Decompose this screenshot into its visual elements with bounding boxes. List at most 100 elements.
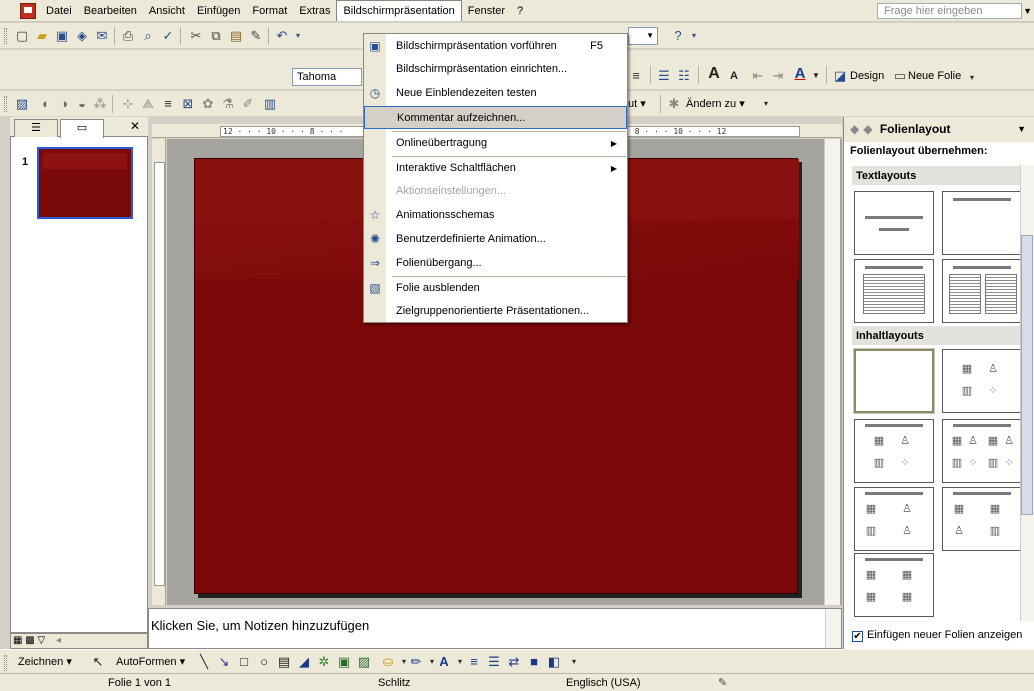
save-icon[interactable]: ▣ [54, 28, 70, 44]
layout-two-column-text[interactable] [942, 259, 1022, 323]
layout-content[interactable]: ▦ ♙ ▥ ⁘ [942, 349, 1022, 413]
menu-item-rehearse-timings[interactable]: ◷ Neue Einblendezeiten testen [364, 82, 627, 105]
task-pane-scrollbar[interactable] [1020, 165, 1034, 631]
slide-sorter-icon[interactable]: ▩ [25, 635, 34, 646]
line-style-icon[interactable]: ≡ [466, 654, 482, 670]
diagram-icon[interactable]: ⊠ [180, 96, 196, 112]
normal-view-icon[interactable]: ▦ [13, 635, 22, 646]
design-button[interactable]: Design [850, 68, 884, 84]
layout-title-two-content[interactable]: ▦ ♙ ▦ ♙ ▥ ⁘ ▥ ⁘ [942, 419, 1022, 483]
draw-menu-button[interactable]: Zeichnen ▾ [18, 654, 72, 670]
layout-title-four-content[interactable]: ▦ ▦ ▦ ▦ [854, 553, 934, 617]
menu-item-record-narration[interactable]: Kommentar aufzeichnen... [364, 106, 627, 129]
zoom-combo[interactable]: ▼ [628, 27, 658, 45]
undo-icon[interactable]: ↶ [274, 28, 290, 44]
font-combo[interactable]: Tahoma [292, 68, 362, 86]
menu-item-animation-schemes[interactable]: ☆ Animationsschemas [364, 204, 627, 227]
spelling-icon[interactable]: ✓ [160, 28, 176, 44]
menu-item-slide-transition[interactable]: ⇒ Folienübergang... [364, 252, 627, 275]
toolbar-grip[interactable] [4, 28, 7, 44]
fill-color-icon[interactable]: ⛀ [380, 654, 396, 670]
more-icon[interactable]: ▥ [262, 96, 278, 112]
select-objects-icon[interactable]: ↖ [90, 654, 106, 670]
menu-help[interactable]: ? [511, 1, 529, 21]
toolbar-options-icon[interactable]: ▾ [686, 28, 702, 44]
spelling-status-icon[interactable]: ✎ [718, 674, 727, 691]
new-slide-button[interactable]: Neue Folie [908, 68, 961, 84]
menu-item-custom-shows[interactable]: Zielgruppenorientierte Präsentationen... [364, 300, 627, 323]
toolbar-options-icon[interactable]: ▾ [566, 654, 582, 670]
expand-icon[interactable]: ◒ [74, 96, 90, 112]
new-document-icon[interactable]: ▢ [14, 28, 30, 44]
toolbar-options-icon[interactable]: ▾ [964, 70, 980, 86]
slideshow-view-icon[interactable]: ▽ [37, 635, 45, 646]
increase-indent-icon[interactable]: ⇥ [770, 68, 786, 84]
shadow-style-icon[interactable]: ■ [526, 654, 542, 670]
align-justify-icon[interactable]: ≡ [628, 68, 644, 84]
oval-icon[interactable]: ○ [256, 654, 272, 670]
open-folder-icon[interactable]: ▰ [34, 28, 50, 44]
forward-icon[interactable]: ◆ [863, 122, 872, 136]
layout-title-content-two[interactable]: ▦ ♙ ▥ ♙ [854, 487, 934, 551]
tab-slides[interactable]: ▭ [60, 119, 104, 138]
layout-title-slide[interactable] [854, 191, 934, 255]
menu-item-setup-show[interactable]: Bildschirmpräsentation einrichten... [364, 58, 627, 81]
insert-picture-icon[interactable]: ▨ [14, 96, 30, 112]
change-to-button[interactable]: Ändern zu ▾ [686, 96, 745, 112]
numbering-icon[interactable]: ☰ [656, 68, 672, 84]
cut-icon[interactable]: ✂ [188, 28, 204, 44]
help-icon[interactable]: ? [670, 28, 686, 44]
task-pane-menu-icon[interactable]: ▼ [1017, 117, 1026, 142]
close-icon[interactable]: ✕ [130, 119, 140, 133]
notes-pane[interactable]: Klicken Sie, um Notizen hinzuzufügen [148, 608, 842, 649]
menu-format[interactable]: Format [246, 1, 293, 21]
menu-einfuegen[interactable]: Einfügen [191, 1, 246, 21]
menu-bearbeiten[interactable]: Bearbeiten [78, 1, 143, 21]
show-on-insert-checkbox[interactable]: ✔ [852, 631, 863, 642]
print-preview-icon[interactable]: ⌕ [140, 28, 156, 44]
dash-style-icon[interactable]: ☰ [486, 654, 502, 670]
clipart-icon[interactable]: ✿ [200, 96, 216, 112]
menu-item-view-show[interactable]: ▣ Bildschirmpräsentation vorführen F5 [364, 35, 627, 58]
bullets-icon[interactable]: ☷ [676, 68, 692, 84]
scrollbar-thumb[interactable] [1021, 235, 1033, 515]
format-painter-icon[interactable]: ✎ [248, 28, 264, 44]
arrow-style-icon[interactable]: ⇄ [506, 654, 522, 670]
font-color-icon[interactable]: A [436, 654, 452, 670]
print-icon[interactable]: ⎙ [120, 28, 136, 44]
menu-datei[interactable]: Datei [40, 1, 78, 21]
scroll-left-icon[interactable]: ◂ [56, 635, 61, 646]
picture-icon[interactable]: ▨ [356, 654, 372, 670]
summary-icon[interactable]: ⁂ [92, 96, 108, 112]
slide-scrollbar[interactable] [824, 139, 840, 605]
layout-title-content[interactable]: ▦ ♙ ▥ ⁘ [854, 419, 934, 483]
menu-item-online-broadcast[interactable]: Onlineübertragung ▶ [364, 132, 627, 155]
menu-item-action-buttons[interactable]: Interaktive Schaltflächen ▶ [364, 157, 627, 180]
tab-outline[interactable]: ☰ [14, 119, 58, 137]
layout-title-two-content-over[interactable]: ▦ ▦ ♙ ▥ [942, 487, 1022, 551]
email-icon[interactable]: ✉ [94, 28, 110, 44]
menu-extras[interactable]: Extras [293, 1, 336, 21]
line-color-icon[interactable]: ✏ [408, 654, 424, 670]
paste-icon[interactable]: ▤ [228, 28, 244, 44]
grayscale-icon[interactable]: ◐ [38, 96, 54, 112]
font-color-dropdown-icon[interactable]: ▼ [808, 68, 824, 84]
menu-ansicht[interactable]: Ansicht [143, 1, 191, 21]
copy-icon[interactable]: ⧉ [208, 28, 224, 44]
layout-title-text[interactable] [854, 259, 934, 323]
layout-blank[interactable] [853, 348, 935, 414]
design-icon[interactable]: ◪ [832, 68, 848, 84]
color-icon[interactable]: ⚗ [220, 96, 236, 112]
table-icon[interactable]: ⊹ [120, 96, 136, 112]
diagram-icon[interactable]: ✲ [316, 654, 332, 670]
toolbar-grip[interactable] [4, 96, 7, 112]
show-on-insert-label[interactable]: Einfügen neuer Folien anzeigen [867, 629, 1022, 641]
help-search-input[interactable]: Frage hier eingeben [877, 3, 1022, 19]
wordart-icon[interactable]: ◢ [296, 654, 312, 670]
slide-thumbnail[interactable] [36, 146, 134, 220]
toolbar-grip[interactable] [4, 655, 7, 671]
arrow-icon[interactable]: ↘ [216, 654, 232, 670]
decrease-font-icon[interactable]: A [726, 68, 742, 84]
collapse-icon[interactable]: ◑ [56, 96, 72, 112]
clipart-icon[interactable]: ▣ [336, 654, 352, 670]
